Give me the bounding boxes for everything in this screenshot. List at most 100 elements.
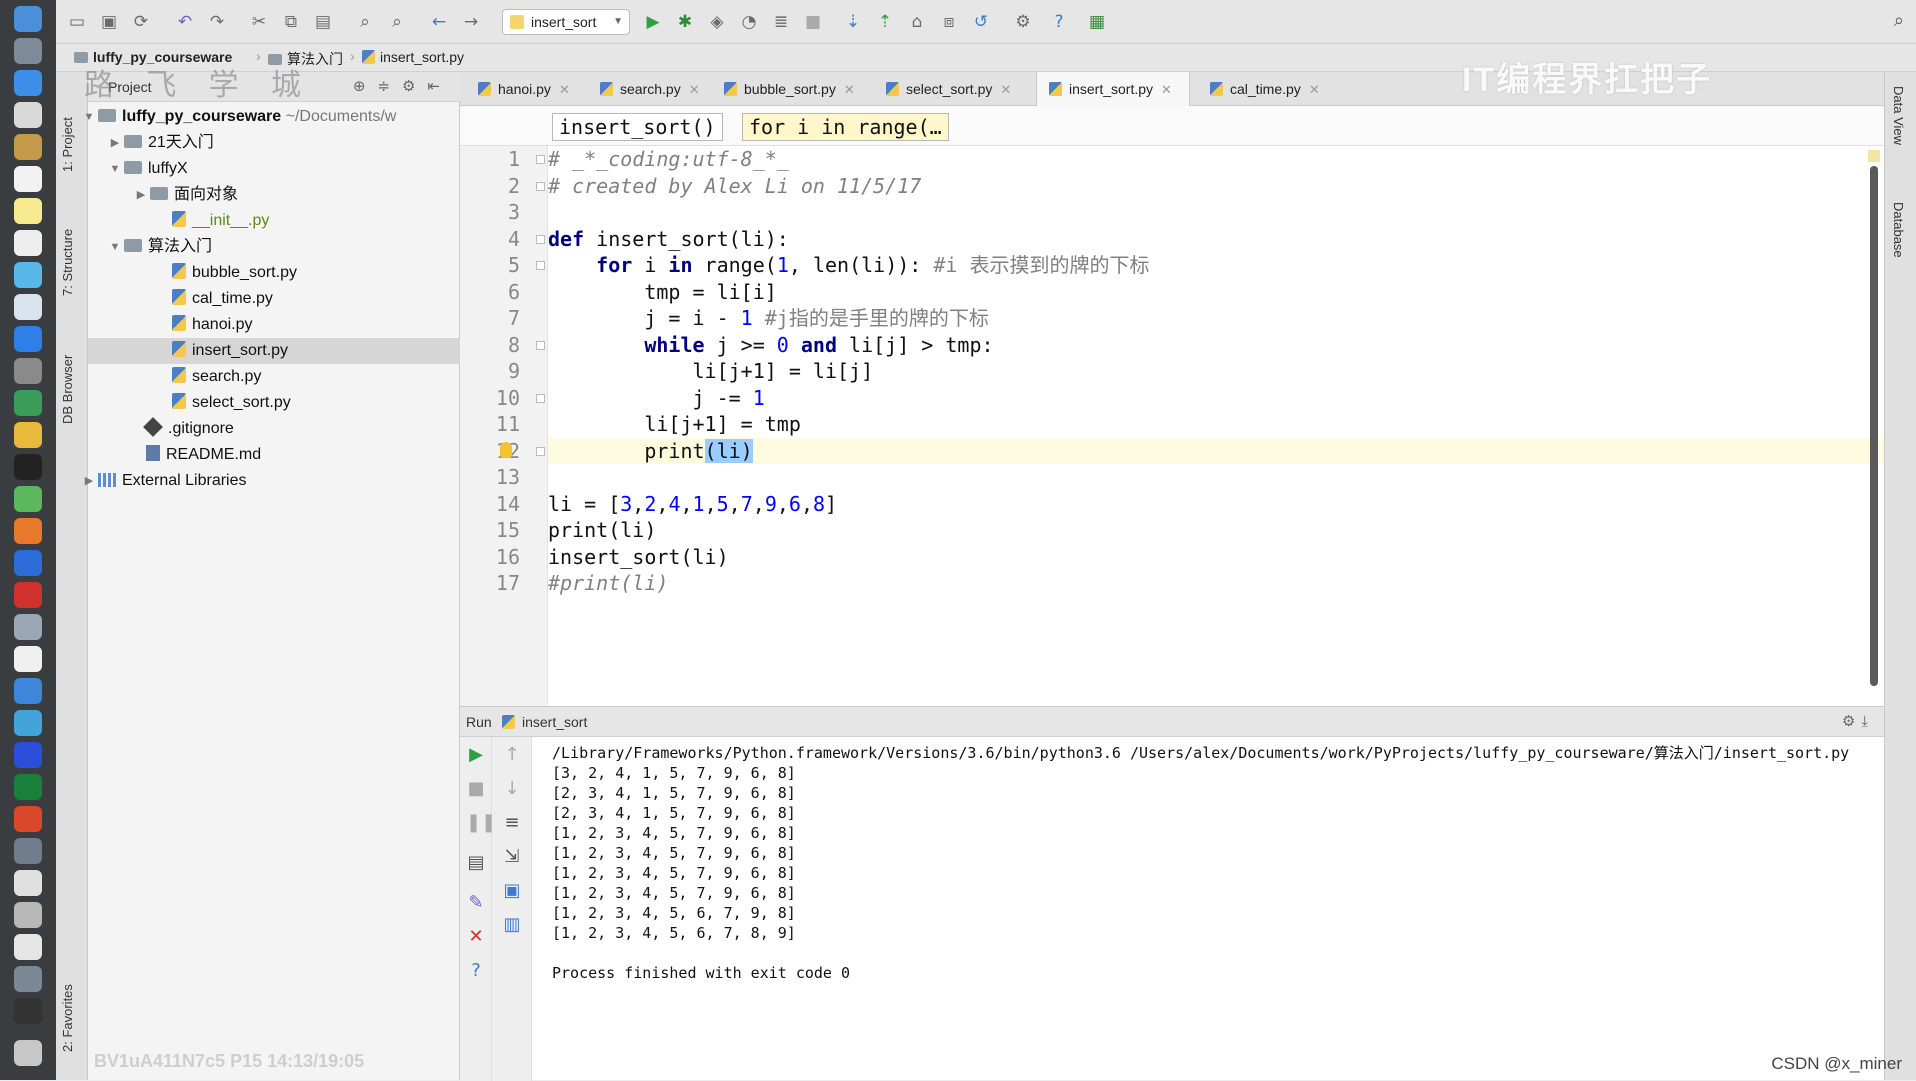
undo-icon[interactable]: ↶ [174, 12, 196, 32]
tree-node-file[interactable]: search.py [88, 364, 460, 390]
tab-database[interactable]: Database [1891, 202, 1906, 258]
tree-node-file[interactable]: select_sort.py [88, 390, 460, 416]
hide-panel-icon[interactable]: ⤓ [1861, 712, 1874, 730]
preview-icon[interactable] [14, 614, 42, 640]
tree-node-file[interactable]: cal_time.py [88, 286, 460, 312]
crumb-function[interactable]: insert_sort() [552, 113, 723, 141]
tree-node-file[interactable]: __init__.py [88, 208, 460, 234]
cut-icon[interactable]: ✂ [248, 12, 270, 32]
help-icon[interactable]: ? [1048, 12, 1070, 32]
tab-data-view[interactable]: Data View [1891, 86, 1906, 145]
notes-icon[interactable] [14, 198, 42, 224]
screenshot-icon[interactable] [14, 838, 42, 864]
search-everywhere-icon[interactable]: ⌕ [1894, 10, 1904, 31]
sync-icon[interactable]: ⟳ [130, 12, 152, 32]
expand-arrow-icon[interactable]: ▶ [134, 182, 148, 208]
crumb-loop[interactable]: for i in range(… [742, 113, 949, 141]
settings-wrench-icon[interactable]: ⚙ [1012, 12, 1034, 32]
powerpoint-icon[interactable] [14, 806, 42, 832]
tab-search[interactable]: search.py ✕ [588, 72, 706, 106]
run-panel-title[interactable]: Run [466, 714, 492, 730]
sublime-icon[interactable] [14, 518, 42, 544]
vscode-icon[interactable] [14, 678, 42, 704]
back-icon[interactable]: ← [428, 12, 450, 32]
up-icon[interactable]: ↑ [502, 745, 522, 765]
tree-node-root[interactable]: ▼ luffy_py_courseware ~/Documents/w [84, 104, 460, 130]
expand-arrow-icon[interactable]: ▼ [108, 234, 122, 260]
rerun-icon[interactable]: ▶ [466, 745, 486, 765]
profile-icon[interactable]: ◔ [738, 12, 760, 32]
concurrency-icon[interactable]: ≣ [770, 12, 792, 32]
calendar-icon[interactable] [14, 166, 42, 192]
close-icon[interactable]: ✕ [559, 82, 570, 97]
photos-icon[interactable] [14, 294, 42, 320]
close-icon[interactable]: ✕ [1309, 82, 1320, 97]
close-icon[interactable]: ✕ [689, 82, 700, 97]
qq-icon[interactable] [14, 646, 42, 672]
help-icon[interactable]: ? [466, 961, 486, 981]
save-icon[interactable]: ▣ [98, 12, 120, 32]
utility-icon[interactable] [14, 902, 42, 928]
hide-icon[interactable]: ⇤ [427, 77, 452, 95]
fold-marker-icon[interactable] [536, 261, 545, 270]
finder-icon[interactable] [14, 6, 42, 32]
tree-node-folder[interactable]: ▶ 面向对象 [88, 182, 460, 208]
tab-bubble-sort[interactable]: bubble_sort.py ✕ [712, 72, 866, 106]
redo-icon[interactable]: ↷ [206, 12, 228, 32]
expand-arrow-icon[interactable]: ▼ [108, 156, 122, 182]
network-icon[interactable] [14, 710, 42, 736]
pycharm-icon[interactable] [14, 774, 42, 800]
browser-icon[interactable] [14, 550, 42, 576]
run-icon[interactable]: ▶ [642, 12, 664, 32]
reminders-icon[interactable] [14, 230, 42, 256]
safari-icon[interactable] [14, 70, 42, 96]
fold-marker-icon[interactable] [536, 446, 545, 456]
gear-icon[interactable]: ⚙ [1842, 712, 1861, 730]
breadcrumb-file[interactable]: insert_sort.py [362, 49, 464, 65]
tree-node-folder[interactable]: ▼ 算法入门 [88, 234, 460, 260]
pin-icon[interactable]: ✎ [466, 893, 486, 913]
expand-arrow-icon[interactable]: ▼ [82, 104, 96, 130]
console-icon[interactable] [14, 998, 42, 1024]
mail-icon[interactable] [14, 102, 42, 128]
tab-favorites[interactable]: 2: Favorites [60, 962, 82, 1052]
close-icon[interactable]: ✕ [1161, 82, 1172, 97]
tab-cal-time[interactable]: cal_time.py ✕ [1198, 72, 1336, 106]
run-config-name[interactable]: insert_sort [522, 714, 587, 730]
tab-hanoi[interactable]: hanoi.py ✕ [466, 72, 582, 106]
launchpad-icon[interactable] [14, 38, 42, 64]
contacts-icon[interactable] [14, 134, 42, 160]
locate-icon[interactable]: ⊕ [353, 77, 378, 95]
code-area[interactable]: 1 # _*_coding:utf-8_*_ 2 # created by Alex… [496, 146, 1884, 706]
tab-structure[interactable]: 7: Structure [60, 200, 82, 296]
document-icon[interactable] [14, 934, 42, 960]
tree-node-file[interactable]: hanoi.py [88, 312, 460, 338]
debug-icon[interactable]: ✱ [674, 12, 696, 32]
trash-icon[interactable] [14, 1040, 42, 1066]
copy-icon[interactable]: ⧉ [280, 12, 302, 32]
fold-marker-icon[interactable] [536, 340, 545, 350]
tree-node-file[interactable]: README.md [88, 442, 460, 468]
tree-node-libraries[interactable]: ▶ External Libraries [85, 468, 460, 494]
coverage-icon[interactable]: ◈ [706, 12, 728, 32]
teamviewer-icon[interactable] [14, 742, 42, 768]
run-configuration-select[interactable]: insert_sort ▼ [502, 9, 630, 35]
scroll-end-icon[interactable]: ⇲ [502, 847, 522, 867]
print-icon[interactable]: ▣ [502, 881, 522, 901]
settings-icon[interactable] [14, 358, 42, 384]
vcs-compare-icon[interactable]: ⧈ [938, 12, 960, 32]
forward-icon[interactable]: → [460, 12, 482, 32]
fold-marker-icon[interactable] [536, 234, 545, 244]
tree-node-file-selected[interactable]: insert_sort.py [88, 338, 460, 364]
vcs-revert-icon[interactable]: ↺ [970, 12, 992, 32]
maps-icon[interactable] [14, 262, 42, 288]
soft-wrap-icon[interactable]: ≡ [502, 813, 522, 833]
trash-icon[interactable]: ▥ [502, 915, 522, 935]
terminal-icon[interactable] [14, 454, 42, 480]
code-editor[interactable]: insert_sort() for i in range(… 1 # _*_cod… [460, 106, 1884, 706]
expand-arrow-icon[interactable]: ▶ [108, 130, 122, 156]
tab-db-browser[interactable]: DB Browser [60, 328, 82, 424]
disk-icon[interactable] [14, 870, 42, 896]
vivaldi-icon[interactable] [14, 582, 42, 608]
paste-icon[interactable]: ▤ [312, 12, 334, 32]
